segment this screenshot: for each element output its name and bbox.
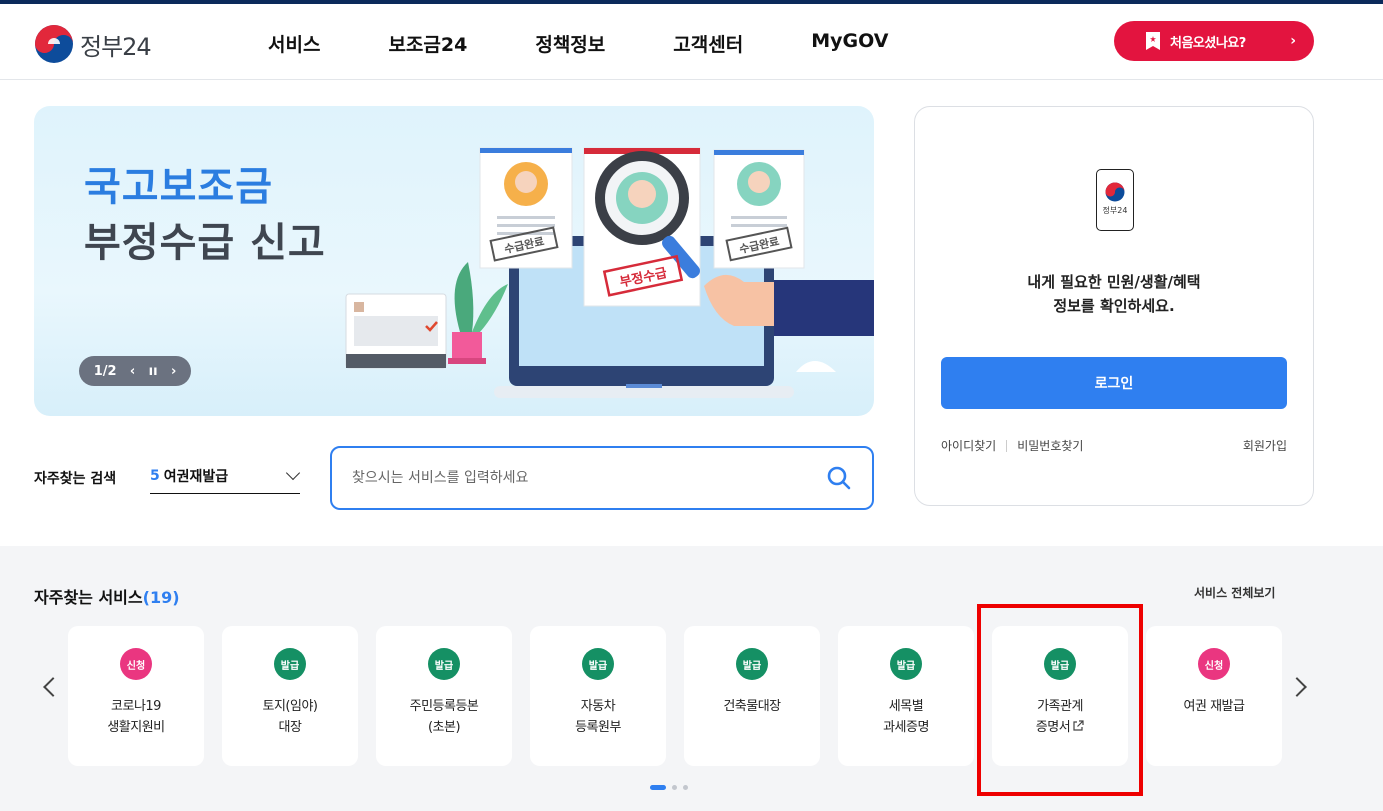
service-badge: 발급 — [736, 648, 768, 680]
service-badge: 신청 — [1198, 648, 1230, 680]
government-emblem-small-icon — [1105, 182, 1125, 202]
document-right: 수급완료 — [713, 149, 805, 269]
frequent-services-section: 자주찾는 서비스(19) 서비스 전체보기 신청 코로나19 생활지원비 발급 … — [0, 546, 1383, 811]
service-card-building-register[interactable]: 발급 건축물대장 — [684, 626, 820, 766]
plant-pot — [448, 262, 508, 364]
carousel-dot[interactable] — [683, 785, 688, 790]
site-header: 정부24 서비스 보조금24 정책정보 고객센터 MyGOV 처음오셨나요? › — [0, 4, 1383, 80]
nav-services[interactable]: 서비스 — [268, 30, 320, 57]
document-left: 수급완료 — [479, 147, 573, 269]
service-card-land-register[interactable]: 발급 토지(임야) 대장 — [222, 626, 358, 766]
first-visit-label: 처음오셨나요? — [1170, 35, 1246, 51]
main-banner[interactable]: 국고보조금 부정수급 신고 수급완료 수급완료 부정수급 1/2 ‹ ıı › — [34, 106, 874, 416]
service-card-covid-support[interactable]: 신청 코로나19 생활지원비 — [68, 626, 204, 766]
frequent-search-label: 자주찾는 검색 — [34, 471, 117, 487]
chevron-right-icon: › — [1290, 33, 1296, 49]
frequent-search-value: 여권재발급 — [163, 468, 229, 485]
carousel-dot-active[interactable] — [650, 785, 666, 790]
service-name: 자동차 등록원부 — [575, 699, 621, 735]
service-card-resident-registration[interactable]: 발급 주민등록등본 (초본) — [376, 626, 512, 766]
banner-page-indicator: 1/2 — [93, 363, 117, 379]
find-password-link[interactable]: 비밀번호찾기 — [1017, 437, 1083, 454]
find-id-link[interactable]: 아이디찾기 — [941, 437, 996, 454]
login-message-line2: 정보를 확인하세요. — [1053, 297, 1175, 315]
carousel-next-icon[interactable] — [1287, 677, 1307, 697]
view-all-services-link[interactable]: 서비스 전체보기 — [1194, 584, 1275, 601]
service-badge: 발급 — [428, 648, 460, 680]
chevron-down-icon — [285, 465, 301, 481]
highlight-box — [977, 604, 1143, 796]
banner-pause-icon[interactable]: ıı — [149, 364, 158, 379]
banner-title-line2: 부정수급 신고 — [84, 220, 326, 266]
nav-mygov[interactable]: MyGOV — [811, 30, 888, 57]
mobile-app-icon: 정부24 — [1096, 169, 1134, 231]
search-icon[interactable] — [826, 465, 852, 491]
banner-prev-icon[interactable]: ‹ — [130, 364, 135, 379]
frequent-search-rank: 5 — [150, 467, 160, 484]
login-button[interactable]: 로그인 — [941, 357, 1287, 409]
service-badge: 발급 — [274, 648, 306, 680]
banner-title-line1: 국고보조금 — [84, 164, 273, 210]
phone-label: 정부24 — [1102, 206, 1128, 215]
services-title-text: 자주찾는 서비스 — [34, 588, 143, 607]
carousel-dot[interactable] — [672, 785, 677, 790]
carousel-dots — [650, 785, 688, 790]
login-panel: 정부24 내게 필요한 민원/생활/혜택 정보를 확인하세요. 로그인 아이디찾… — [914, 106, 1314, 506]
bookmark-star-icon — [1146, 32, 1160, 50]
banner-next-icon[interactable]: › — [171, 364, 176, 379]
service-name: 여권 재발급 — [1183, 699, 1245, 714]
service-badge: 발급 — [582, 648, 614, 680]
calendar — [345, 293, 447, 369]
service-name: 코로나19 생활지원비 — [107, 699, 165, 735]
link-divider — [1006, 439, 1008, 452]
nav-policy-info[interactable]: 정책정보 — [535, 30, 605, 57]
service-name: 토지(임야) 대장 — [262, 699, 318, 735]
service-name: 세목별 과세증명 — [883, 699, 929, 735]
logo-text: 정부24 — [80, 32, 152, 61]
banner-illustration: 수급완료 수급완료 부정수급 — [345, 147, 874, 398]
service-badge: 발급 — [890, 648, 922, 680]
service-badge: 신청 — [120, 648, 152, 680]
services-count: (19) — [142, 588, 180, 607]
first-visit-button[interactable]: 처음오셨나요? › — [1114, 21, 1314, 61]
nav-subsidy24[interactable]: 보조금24 — [388, 30, 467, 57]
frequent-search-dropdown[interactable]: 5 여권재발급 — [150, 458, 301, 494]
document-center: 부정수급 — [583, 147, 701, 307]
search-box — [330, 446, 874, 510]
service-name: 건축물대장 — [723, 699, 781, 714]
carousel-prev-icon[interactable] — [43, 677, 63, 697]
nav-customer-center[interactable]: 고객센터 — [673, 30, 743, 57]
service-card-vehicle-register[interactable]: 발급 자동차 등록원부 — [530, 626, 666, 766]
government-emblem-icon — [35, 25, 73, 63]
account-links: 아이디찾기 비밀번호찾기 — [941, 437, 1083, 454]
site-logo[interactable]: 정부24 — [34, 24, 152, 64]
services-title: 자주찾는 서비스(19) — [34, 584, 180, 608]
signup-link[interactable]: 회원가입 — [1243, 437, 1287, 454]
login-message-line1: 내게 필요한 민원/생활/혜택 — [1027, 273, 1201, 291]
service-card-tax-certificate[interactable]: 발급 세목별 과세증명 — [838, 626, 974, 766]
search-input[interactable] — [352, 470, 826, 486]
service-card-passport-reissue[interactable]: 신청 여권 재발급 — [1146, 626, 1282, 766]
main-nav: 서비스 보조금24 정책정보 고객센터 MyGOV — [268, 30, 888, 57]
service-name: 주민등록등본 (초본) — [409, 699, 479, 735]
banner-pager: 1/2 ‹ ıı › — [79, 356, 191, 386]
